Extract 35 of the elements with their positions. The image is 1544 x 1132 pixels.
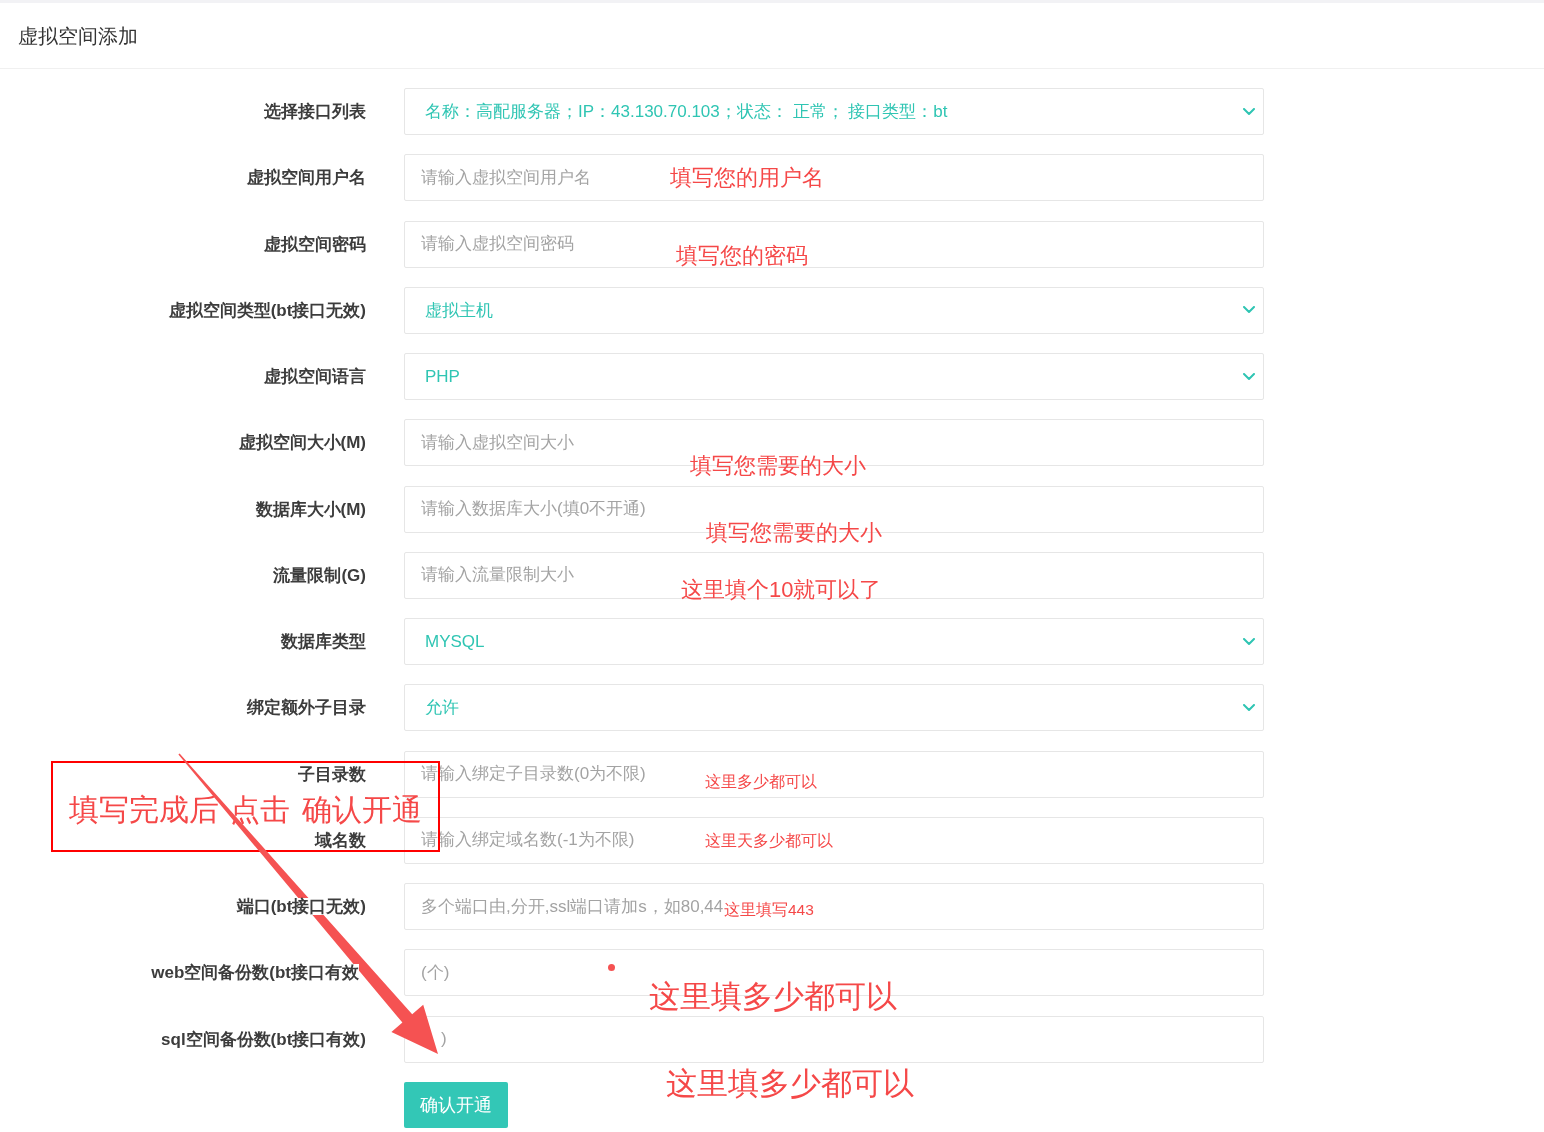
dropdown[interactable]: MYSQL (404, 618, 1264, 666)
chevron-down-icon (1243, 703, 1255, 712)
field-label: 虚拟空间密码 (264, 235, 366, 253)
submit-button[interactable]: 确认开通 (404, 1082, 508, 1128)
field-label: 流量限制(G) (273, 566, 366, 584)
dropdown[interactable]: PHP (404, 353, 1264, 401)
field-label: 数据库大小(M) (255, 500, 366, 518)
dropdown[interactable]: 虚拟主机 (404, 286, 1264, 334)
annotation-note: 这里多少都可以 (705, 774, 817, 790)
dropdown[interactable]: 名称：高配服务器；IP：43.130.70.103；状态： 正常； 接口类型：bt (404, 88, 1264, 135)
field-label: 数据库类型 (281, 633, 366, 651)
field-label: 虚拟空间用户名 (247, 169, 366, 187)
annotation-note: 这里天多少都可以 (705, 833, 833, 849)
annotation-note: 填写您的密码 (676, 245, 808, 267)
annotation-note: 填写您的用户名 (670, 167, 824, 189)
annotation-note: 这里填多少都可以 (666, 1068, 914, 1099)
field-label: 子目录数 (298, 765, 366, 783)
field-label: web空间备份数(bt接口有效 (151, 964, 359, 982)
annotation-note: 这里填写443 (724, 902, 814, 918)
chevron-down-icon (1243, 637, 1255, 646)
field-label: sql空间备份数(bt接口有效) (161, 1030, 366, 1048)
field-label: 虚拟空间大小(M) (238, 434, 366, 452)
chevron-down-icon (1243, 306, 1255, 315)
dropdown[interactable]: 允许 (404, 684, 1264, 732)
field-label: 端口(bt接口无效) (236, 898, 366, 916)
field-label: 虚拟空间类型(bt接口无效) (168, 301, 366, 319)
field-label: 域名数 (315, 831, 366, 849)
field-label: 绑定额外子目录 (247, 699, 366, 717)
chevron-down-icon (1243, 372, 1255, 381)
field-label: 虚拟空间语言 (264, 368, 366, 386)
field-label: 选择接口列表 (264, 103, 366, 120)
page-title: 虚拟空间添加 (18, 25, 138, 46)
chevron-down-icon (1243, 107, 1255, 116)
input-field[interactable]: ) (404, 1015, 1264, 1063)
annotation-note: 这里填个10就可以了 (681, 579, 882, 601)
